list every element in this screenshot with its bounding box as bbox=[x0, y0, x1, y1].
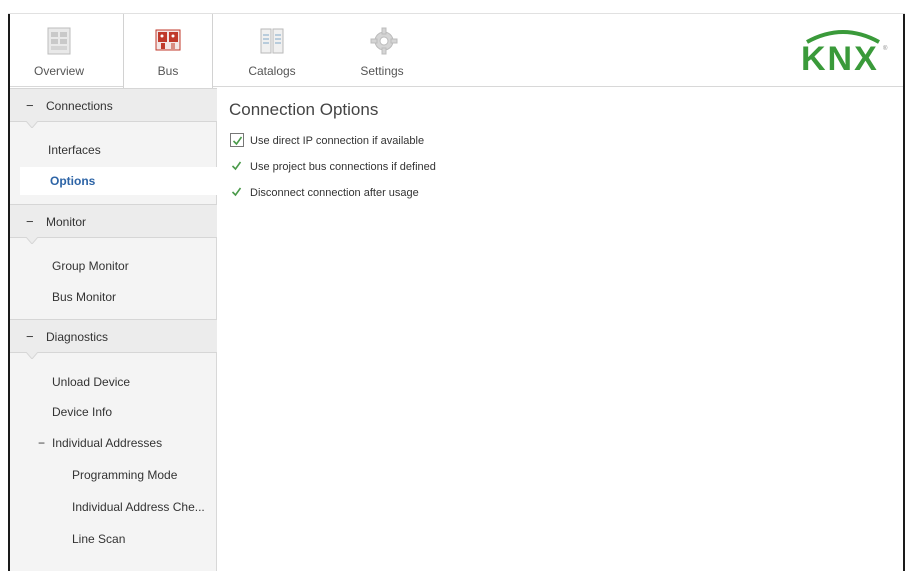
option-direct-ip[interactable]: Use direct IP connection if available bbox=[230, 133, 424, 149]
section-monitor[interactable]: − Monitor bbox=[10, 204, 217, 244]
section-label: Diagnostics bbox=[46, 330, 109, 344]
nav-label: Individual Addresses bbox=[52, 436, 163, 450]
nav-group-monitor[interactable]: Group Monitor bbox=[52, 259, 129, 273]
knx-logo: KNX ® bbox=[795, 24, 891, 78]
option-label: Disconnect connection after usage bbox=[250, 187, 419, 199]
tab-label: Bus bbox=[157, 64, 179, 78]
overview-icon bbox=[46, 26, 72, 56]
check-icon bbox=[232, 136, 243, 146]
collapse-icon: − bbox=[26, 329, 34, 344]
section-label: Monitor bbox=[46, 215, 87, 229]
tab-bus[interactable]: Bus bbox=[123, 14, 213, 88]
tab-label: Settings bbox=[360, 64, 404, 78]
check-icon bbox=[231, 187, 242, 197]
section-connections[interactable]: − Connections bbox=[10, 88, 217, 128]
nav-individual-addresses[interactable]: − Individual Addresses bbox=[38, 436, 162, 450]
nav-device-info[interactable]: Device Info bbox=[52, 405, 112, 419]
tab-label: Overview bbox=[33, 64, 84, 78]
sidebar: − Connections Interfaces Options − Monit… bbox=[10, 88, 218, 571]
nav-bus-monitor[interactable]: Bus Monitor bbox=[52, 290, 116, 304]
section-notch-icon bbox=[26, 121, 38, 128]
bus-icon bbox=[155, 26, 181, 56]
checkbox-direct-ip[interactable] bbox=[230, 133, 244, 148]
section-diagnostics[interactable]: − Diagnostics bbox=[10, 319, 217, 359]
option-disconnect-after-usage[interactable]: Disconnect connection after usage bbox=[230, 185, 419, 201]
settings-icon bbox=[369, 26, 398, 56]
nav-programming-mode[interactable]: Programming Mode bbox=[72, 468, 177, 482]
svg-text:KNX: KNX bbox=[801, 40, 879, 76]
option-label: Use project bus connections if defined bbox=[250, 161, 436, 173]
section-notch-icon bbox=[26, 237, 38, 244]
option-project-bus[interactable]: Use project bus connections if defined bbox=[230, 159, 436, 175]
tab-overview[interactable]: Overview bbox=[14, 14, 104, 87]
title-bar bbox=[8, 0, 905, 14]
collapse-icon: − bbox=[38, 436, 46, 450]
nav-individual-address-check[interactable]: Individual Address Che... bbox=[72, 500, 205, 514]
main-panel: Connection Options Use direct IP connect… bbox=[218, 88, 903, 571]
page-title: Connection Options bbox=[229, 100, 379, 119]
tab-catalogs[interactable]: Catalogs bbox=[227, 14, 317, 87]
nav-unload-device[interactable]: Unload Device bbox=[52, 375, 130, 389]
section-notch-icon bbox=[26, 352, 38, 359]
collapse-icon: − bbox=[26, 214, 34, 229]
ribbon: Overview Bus Catalogs Settings KNX ® bbox=[10, 14, 903, 88]
catalogs-icon bbox=[259, 26, 285, 56]
nav-interfaces[interactable]: Interfaces bbox=[48, 143, 101, 157]
tab-settings[interactable]: Settings bbox=[337, 14, 427, 87]
tab-label: Catalogs bbox=[248, 64, 296, 78]
checkbox-project-bus[interactable] bbox=[230, 159, 244, 173]
nav-line-scan[interactable]: Line Scan bbox=[72, 532, 125, 546]
checkbox-disconnect-after-usage[interactable] bbox=[230, 185, 244, 199]
option-label: Use direct IP connection if available bbox=[250, 135, 425, 147]
svg-text:®: ® bbox=[883, 45, 888, 52]
collapse-icon: − bbox=[26, 98, 34, 113]
check-icon bbox=[231, 161, 242, 171]
section-label: Connections bbox=[46, 99, 113, 113]
nav-options[interactable]: Options bbox=[20, 167, 218, 195]
